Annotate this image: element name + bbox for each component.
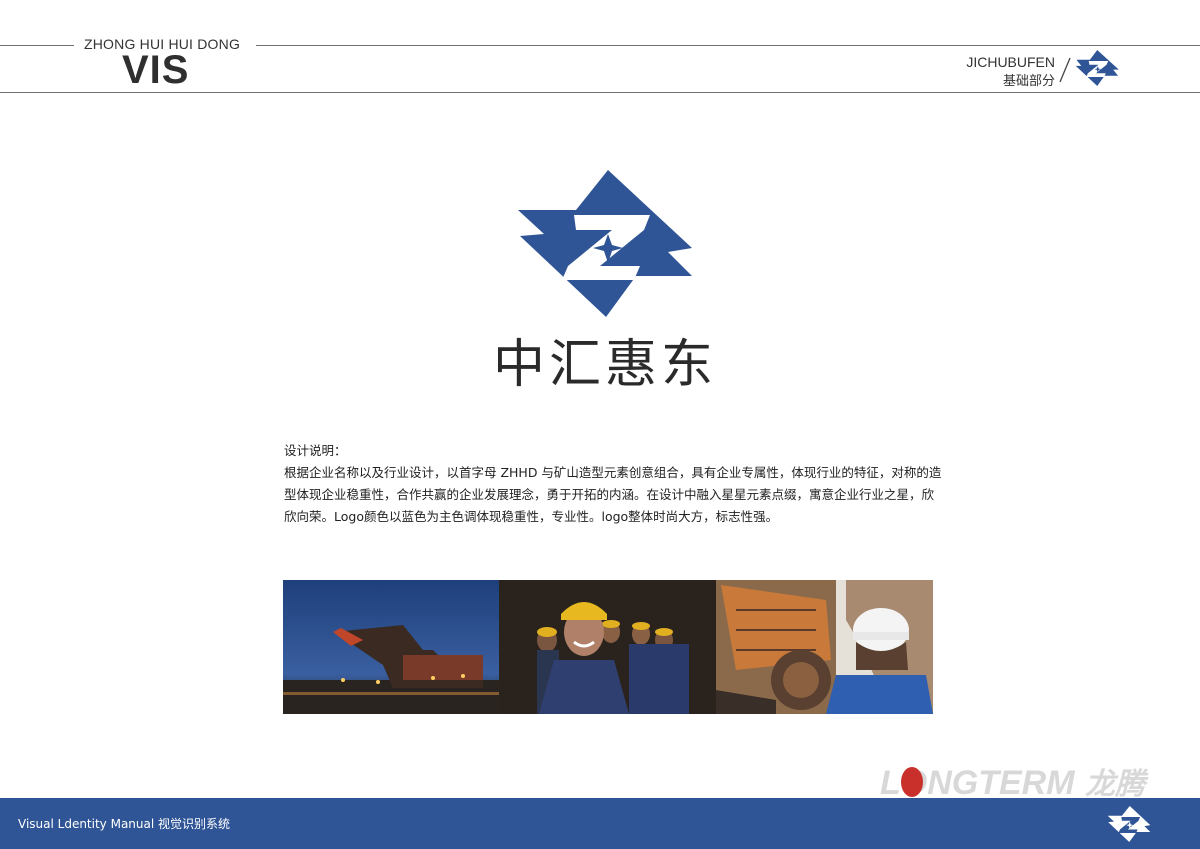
miners-with-helmets-photo (499, 580, 716, 714)
photo-strip (283, 580, 933, 714)
section-title-cn: 基础部分 (1002, 74, 1055, 89)
brand-title: VIS (122, 48, 190, 92)
main-logo-icon (518, 170, 692, 317)
mining-excavator-dusk-photo (283, 580, 499, 714)
design-description: 设计说明： 根据企业名称以及行业设计，以首字母 ZHHD 与矿山造型元素创意组合… (284, 440, 944, 528)
company-name: 中汇惠东 (492, 335, 717, 395)
footer-logo-icon (1107, 806, 1151, 842)
description-title: 设计说明： (284, 443, 347, 458)
bucket-wheel-excavator-worker-photo (716, 580, 933, 714)
header-rule-right (256, 45, 1200, 46)
description-body: 根据企业名称以及行业设计，以首字母 ZHHD 与矿山造型元素创意组合，具有企业专… (284, 465, 942, 524)
footer-text: Visual Ldentity Manual 视觉识别系统 (18, 817, 231, 831)
longterm-watermark-logo: LONGTERM 龙腾 (880, 764, 1149, 802)
footer-bar: Visual Ldentity Manual 视觉识别系统 (0, 798, 1200, 849)
watermark-cn: 龙腾 (1085, 767, 1149, 802)
slash-divider-icon (1059, 57, 1071, 83)
section-title-en: JICHUBUFEN (966, 54, 1055, 70)
brand-logo-icon (1075, 50, 1119, 86)
header-rule-left (0, 45, 74, 46)
header-rule-bottom (0, 92, 1200, 93)
